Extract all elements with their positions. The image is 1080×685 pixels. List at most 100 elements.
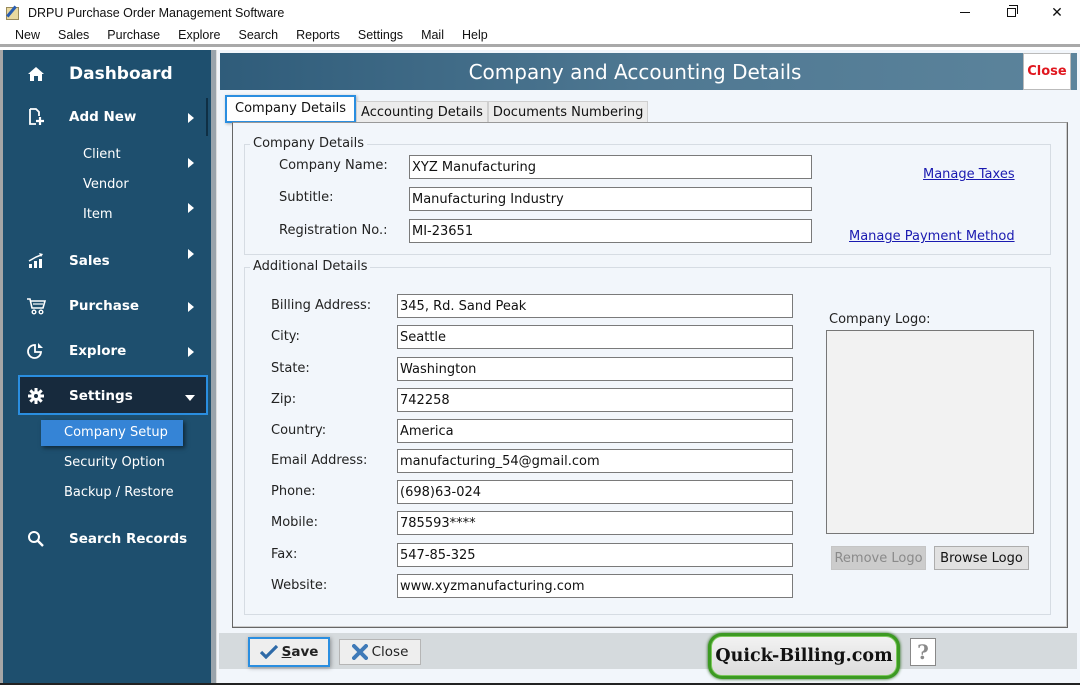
company-logo-preview [826, 330, 1034, 534]
city-label: City: [271, 329, 300, 344]
phone-input[interactable] [397, 480, 793, 504]
chevron-right-icon [188, 158, 194, 168]
mobile-label: Mobile: [271, 515, 319, 530]
menu-new[interactable]: New [6, 28, 49, 42]
mobile-input[interactable] [397, 511, 793, 535]
cart-icon [25, 297, 47, 315]
chart-growth-icon [25, 252, 47, 270]
sidebar-item-sales[interactable]: Sales [25, 252, 110, 270]
close-button[interactable]: Close [339, 639, 421, 665]
save-mnemonic: S [281, 644, 292, 660]
chevron-right-icon [188, 249, 194, 259]
remove-logo-button[interactable]: Remove Logo [831, 546, 926, 570]
subtitle-label: Subtitle: [279, 190, 334, 205]
company-details-legend: Company Details [250, 136, 368, 151]
zip-input[interactable] [397, 388, 793, 412]
menu-mail[interactable]: Mail [412, 28, 453, 42]
question-icon: ? [917, 640, 929, 664]
help-button[interactable]: ? [910, 638, 936, 666]
close-label: Close [371, 644, 409, 660]
fax-label: Fax: [271, 547, 298, 562]
sidebar-item-purchase[interactable]: Purchase [25, 297, 139, 315]
manage-payment-method-link[interactable]: Manage Payment Method [849, 229, 1015, 244]
sidebar-item-item[interactable]: Item [83, 207, 113, 222]
tab-accounting-details[interactable]: Accounting Details [356, 101, 488, 123]
sidebar-item-explore[interactable]: Explore [25, 342, 126, 360]
minimize-button[interactable] [942, 0, 988, 25]
manage-taxes-link[interactable]: Manage Taxes [923, 167, 1015, 182]
registration-no-label: Registration No.: [279, 223, 388, 238]
sidebar-item-search-records[interactable]: Search Records [25, 530, 187, 548]
menu-bar: New Sales Purchase Explore Search Report… [0, 25, 1080, 47]
minimize-icon [960, 12, 970, 13]
website-label: Website: [271, 578, 328, 593]
chevron-down-icon [185, 395, 195, 401]
menu-explore[interactable]: Explore [169, 28, 229, 42]
menu-reports[interactable]: Reports [287, 28, 349, 42]
maximize-button[interactable] [988, 0, 1034, 25]
title-bar: DRPU Purchase Order Management Software … [0, 0, 1080, 25]
sidebar-item-add-new[interactable]: Add New [25, 108, 136, 126]
company-name-label: Company Name: [279, 158, 388, 173]
checkmark-icon [259, 645, 278, 659]
home-icon [25, 65, 47, 83]
sidebar-item-dashboard[interactable]: Dashboard [25, 64, 173, 84]
billing-address-input[interactable] [397, 294, 793, 318]
x-icon [351, 644, 368, 660]
sidebar-item-security-option[interactable]: Security Option [64, 455, 165, 470]
country-label: Country: [271, 423, 327, 438]
sidebar-label: Dashboard [69, 64, 173, 84]
search-icon [25, 530, 47, 548]
sidebar: Dashboard Add New Client Vendor Item Sal… [0, 50, 216, 685]
panel-header: Company and Accounting Details Close [220, 53, 1077, 90]
close-icon: ✕ [1051, 4, 1063, 21]
sidebar-item-company-setup[interactable]: Company Setup [64, 425, 168, 440]
page-title: Company and Accounting Details [468, 60, 802, 84]
state-input[interactable] [397, 357, 793, 381]
menu-help[interactable]: Help [453, 28, 497, 42]
chevron-right-icon [188, 113, 194, 123]
chevron-right-icon [188, 302, 194, 312]
company-name-input[interactable] [409, 155, 812, 179]
menu-purchase[interactable]: Purchase [98, 28, 169, 42]
gear-icon [25, 387, 47, 405]
divider [206, 98, 208, 136]
website-input[interactable] [397, 574, 793, 598]
sidebar-item-settings[interactable]: Settings [25, 387, 133, 405]
save-label: ave [291, 644, 319, 660]
menu-sales[interactable]: Sales [49, 28, 98, 42]
email-address-label: Email Address: [271, 453, 368, 468]
tab-company-details[interactable]: Company Details [225, 95, 357, 123]
sidebar-label: Sales [69, 253, 110, 269]
save-button[interactable]: Save [248, 637, 330, 667]
window-close-button[interactable]: ✕ [1034, 0, 1080, 25]
pie-chart-icon [25, 342, 47, 360]
zip-label: Zip: [271, 392, 297, 407]
quick-billing-label: Quick-Billing.com [711, 636, 897, 676]
tab-documents-numbering[interactable]: Documents Numbering [487, 101, 649, 123]
company-logo-label: Company Logo: [829, 312, 931, 327]
sidebar-item-backup-restore[interactable]: Backup / Restore [64, 485, 174, 500]
restore-icon [1006, 5, 1018, 17]
country-input[interactable] [397, 419, 793, 443]
sidebar-item-vendor[interactable]: Vendor [83, 177, 129, 192]
quick-billing-link[interactable]: Quick-Billing.com [708, 633, 900, 679]
sidebar-item-client[interactable]: Client [83, 147, 121, 162]
city-input[interactable] [397, 325, 793, 349]
tab-bar: Company Details Accounting Details Docum… [225, 95, 649, 123]
menu-settings[interactable]: Settings [349, 28, 412, 42]
email-address-input[interactable] [397, 449, 793, 473]
billing-address-label: Billing Address: [271, 298, 372, 313]
add-document-icon [25, 108, 47, 126]
header-close-button[interactable]: Close [1023, 53, 1071, 90]
registration-no-input[interactable] [409, 219, 812, 243]
phone-label: Phone: [271, 484, 316, 499]
browse-logo-button[interactable]: Browse Logo [934, 546, 1029, 570]
menu-search[interactable]: Search [230, 28, 288, 42]
subtitle-input[interactable] [409, 187, 812, 211]
additional-details-legend: Additional Details [250, 259, 371, 274]
chevron-right-icon [188, 347, 194, 357]
fax-input[interactable] [397, 543, 793, 567]
sidebar-label: Settings [69, 388, 133, 404]
sidebar-label: Add New [69, 109, 137, 125]
